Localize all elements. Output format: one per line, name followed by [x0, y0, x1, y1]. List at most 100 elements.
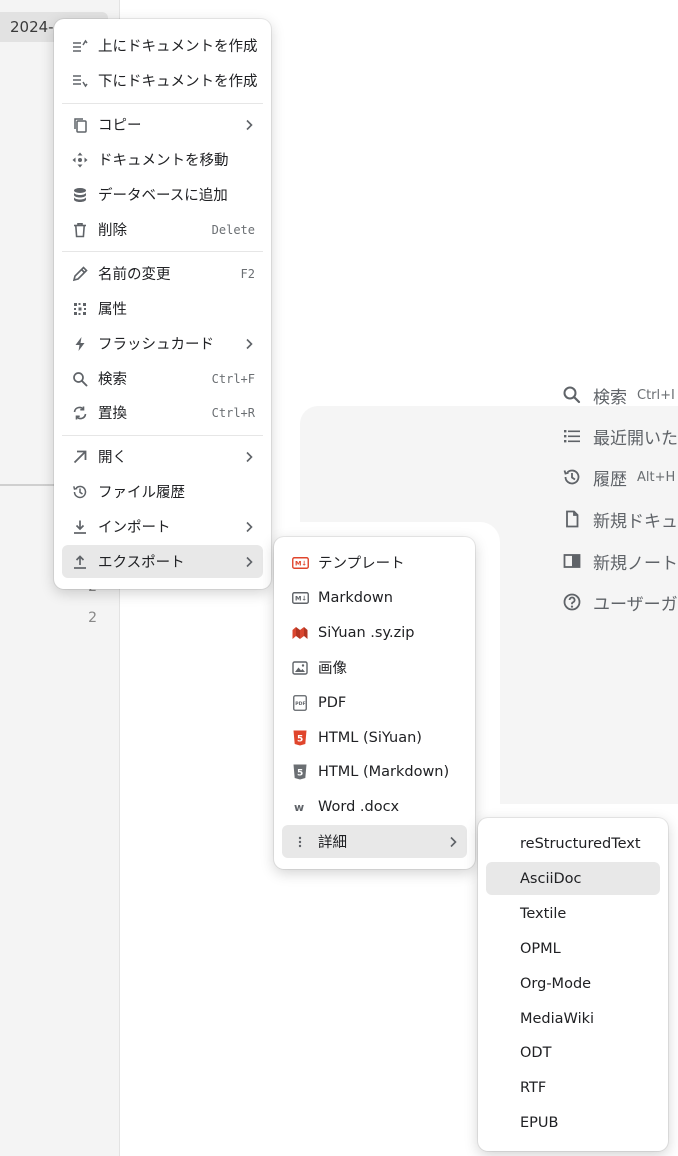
markdown-icon: M↓ [291, 589, 309, 607]
file-icon [562, 509, 582, 529]
menu-item-label: 下にドキュメントを作成 [98, 74, 258, 90]
chevron-right-icon [241, 519, 257, 535]
export-item-word[interactable]: w Word .docx [282, 790, 467, 823]
sidebar-count: 2 [88, 610, 97, 626]
doc-context-menu: 上にドキュメントを作成 下にドキュメントを作成 コピー ドキュメントを移動 デー… [54, 19, 271, 589]
export-icon [71, 553, 89, 571]
menu-item-label: 上にドキュメントを作成 [98, 39, 258, 55]
more-vertical-icon [291, 833, 309, 851]
menu-item-attributes[interactable]: 属性 [62, 292, 263, 325]
menu-item-shortcut: F2 [240, 266, 255, 281]
chevron-right-icon [241, 336, 257, 352]
menu-item-label: 検索 [98, 372, 127, 388]
export-item-siyuan[interactable]: SiYuan .sy.zip [282, 616, 467, 649]
format-item-org-mode[interactable]: Org-Mode [486, 967, 660, 1000]
menu-item-delete[interactable]: 削除 Delete [62, 213, 263, 246]
svg-text:5: 5 [297, 734, 303, 744]
menu-item-insert-above[interactable]: 上にドキュメントを作成 [62, 29, 263, 62]
quick-action-history[interactable]: 履歴 Alt+H [562, 460, 678, 494]
menu-item-label: 削除 [98, 223, 127, 239]
quick-action-label: ユーザーガイ [593, 594, 678, 615]
quick-action-label: 履歴 [593, 469, 627, 490]
format-item-asciidoc[interactable]: AsciiDoc [486, 862, 660, 895]
menu-item-shortcut: Ctrl+F [211, 371, 255, 386]
menu-item-label: テンプレート [318, 556, 405, 572]
menu-item-label: PDF [318, 694, 347, 711]
menu-item-add-database[interactable]: データベースに追加 [62, 178, 263, 211]
menu-item-shortcut: Ctrl+R [211, 405, 255, 420]
quick-action-new-doc[interactable]: 新規ドキュメ [562, 502, 678, 536]
menu-item-label: AsciiDoc [520, 870, 582, 887]
menu-item-open[interactable]: 開く [62, 440, 263, 473]
menu-item-label: Word .docx [318, 798, 400, 815]
menu-item-export[interactable]: エクスポート [62, 545, 263, 578]
menu-item-copy[interactable]: コピー [62, 108, 263, 141]
format-item-odt[interactable]: ODT [486, 1036, 660, 1069]
quick-action-new-notebook[interactable]: 新規ノートフ [562, 544, 678, 578]
siyuan-icon [291, 624, 309, 642]
format-item-rtf[interactable]: RTF [486, 1071, 660, 1104]
chevron-right-icon [241, 117, 257, 133]
menu-item-label: HTML (SiYuan) [318, 729, 422, 746]
menu-item-label: ファイル履歴 [98, 485, 185, 501]
menu-item-rename[interactable]: 名前の変更 F2 [62, 257, 263, 290]
format-item-opml[interactable]: OPML [486, 932, 660, 965]
quick-action-user-guide[interactable]: ユーザーガイ [562, 585, 678, 619]
quick-action-label: 新規ドキュメ [593, 511, 678, 532]
quick-action-label: 検索 [593, 387, 627, 408]
history-icon [562, 467, 582, 487]
menu-item-insert-below[interactable]: 下にドキュメントを作成 [62, 64, 263, 97]
attributes-icon [71, 300, 89, 318]
menu-item-label: 開く [98, 450, 127, 466]
export-item-markdown[interactable]: M↓ Markdown [282, 581, 467, 614]
export-item-more[interactable]: 詳細 [282, 825, 467, 858]
svg-text:5: 5 [297, 768, 303, 778]
menu-item-label: SiYuan .sy.zip [318, 624, 415, 641]
export-item-image[interactable]: 画像 [282, 651, 467, 684]
menu-item-label: reStructuredText [520, 835, 641, 852]
menu-item-label: データベースに追加 [98, 188, 228, 204]
menu-item-import[interactable]: インポート [62, 510, 263, 543]
menu-item-label: 属性 [98, 302, 127, 318]
more-formats-submenu: reStructuredText AsciiDoc Textile OPML O… [478, 818, 668, 1151]
database-icon [71, 186, 89, 204]
menu-item-shortcut: Delete [211, 222, 255, 237]
help-icon [562, 592, 582, 612]
html5-gray-icon: 5 [291, 763, 309, 781]
menu-item-search[interactable]: 検索 Ctrl+F [62, 362, 263, 395]
menu-item-flashcard[interactable]: フラッシュカード [62, 327, 263, 360]
quick-action-shortcut: Alt+H [637, 469, 676, 485]
menu-item-label: ODT [520, 1044, 552, 1061]
insert-above-icon [71, 37, 89, 55]
menu-item-replace[interactable]: 置換 Ctrl+R [62, 396, 263, 429]
chevron-right-icon [241, 554, 257, 570]
replace-icon [71, 404, 89, 422]
import-icon [71, 518, 89, 536]
menu-item-label: フラッシュカード [98, 337, 214, 353]
menu-item-file-history[interactable]: ファイル履歴 [62, 475, 263, 508]
quick-action-recent[interactable]: 最近開いた [562, 419, 678, 453]
export-item-template[interactable]: M↓ テンプレート [282, 546, 467, 579]
menu-separator [62, 251, 263, 252]
chevron-right-icon [445, 834, 461, 850]
svg-text:M↓: M↓ [295, 594, 307, 602]
menu-item-label: インポート [98, 520, 171, 536]
menu-item-move[interactable]: ドキュメントを移動 [62, 143, 263, 176]
format-item-restructuredtext[interactable]: reStructuredText [486, 827, 660, 860]
format-item-textile[interactable]: Textile [486, 897, 660, 930]
export-item-html-siyuan[interactable]: 5 HTML (SiYuan) [282, 721, 467, 754]
template-icon: M↓ [291, 554, 309, 572]
pdf-icon: PDF [291, 694, 309, 712]
format-item-mediawiki[interactable]: MediaWiki [486, 1002, 660, 1035]
quick-action-search[interactable]: 検索 Ctrl+I [562, 378, 678, 412]
export-item-html-markdown[interactable]: 5 HTML (Markdown) [282, 755, 467, 788]
export-item-pdf[interactable]: PDF PDF [282, 686, 467, 719]
menu-item-label: Markdown [318, 589, 393, 606]
svg-text:w: w [294, 801, 304, 814]
menu-item-label: 置換 [98, 406, 127, 422]
menu-item-label: MediaWiki [520, 1010, 595, 1027]
menu-item-label: ドキュメントを移動 [98, 153, 229, 169]
menu-item-label: EPUB [520, 1114, 559, 1131]
format-item-epub[interactable]: EPUB [486, 1106, 660, 1139]
insert-below-icon [71, 72, 89, 90]
